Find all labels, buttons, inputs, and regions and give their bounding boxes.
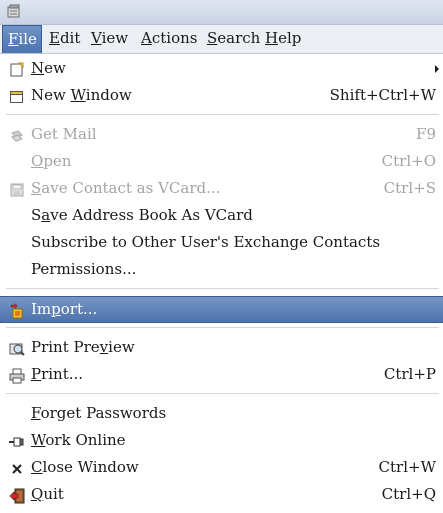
accelerator: Ctrl+P [383, 365, 436, 383]
menu-item-permissions[interactable]: Permissions... [0, 257, 443, 284]
accelerator: Ctrl+Q [381, 485, 436, 503]
menu-actions[interactable]: Actions [136, 25, 202, 53]
menu-item-print-preview-label: Print Preview [31, 338, 135, 356]
new-document-icon [10, 62, 24, 77]
menu-separator [6, 327, 439, 328]
menu-edit[interactable]: Edit [44, 25, 85, 53]
menu-separator [6, 393, 439, 394]
menu-item-save-contact-vcard: Save Contact as VCard... Ctrl+S [0, 176, 443, 203]
accelerator: Ctrl+W [378, 458, 436, 476]
menu-item-subscribe-label: Subscribe to Other User's Exchange Conta… [31, 233, 381, 251]
accelerator: F9 [416, 125, 436, 143]
menu-file[interactable]: File [2, 25, 42, 53]
menu-edit-label: dit [59, 29, 81, 47]
menu-separator [6, 114, 439, 115]
work-online-icon [9, 437, 24, 447]
menu-item-get-mail: Get Mail F9 [0, 122, 443, 149]
window-titlebar [0, 0, 443, 25]
menu-item-subscribe-exchange-contacts[interactable]: Subscribe to Other User's Exchange Conta… [0, 230, 443, 257]
menu-item-print-label: Print... [31, 365, 84, 383]
menu-item-import-label: Import... [31, 300, 98, 318]
quit-icon [9, 488, 25, 504]
save-icon [10, 183, 24, 197]
import-icon [10, 303, 23, 319]
menu-help-label: elp [278, 29, 302, 47]
menu-item-work-online-label: Work Online [31, 431, 126, 449]
menu-separator [6, 288, 439, 289]
menu-item-new-label: New [31, 59, 66, 77]
menu-item-import[interactable]: Import... [0, 296, 443, 323]
menu-item-quit-label: Quit [31, 485, 64, 503]
menu-item-new[interactable]: New [0, 56, 443, 83]
menu-item-close-window[interactable]: Close Window Ctrl+W [0, 455, 443, 482]
new-window-icon [10, 91, 23, 103]
menu-file-mnemonic: F [8, 30, 19, 48]
print-preview-icon [9, 343, 25, 356]
menu-item-forget-passwords-label: Forget Passwords [31, 404, 167, 422]
printer-icon [9, 368, 25, 384]
menu-item-work-online[interactable]: Work Online [0, 428, 443, 455]
menu-help-mnemonic: H [265, 29, 279, 47]
send-receive-icon [11, 130, 23, 142]
menu-item-save-contact-vcard-label: Save Contact as VCard... [31, 179, 221, 197]
submenu-arrow-icon [435, 65, 439, 73]
accelerator: Ctrl+O [381, 152, 436, 170]
menu-item-save-address-book-vcard[interactable]: Save Address Book As VCard [0, 203, 443, 230]
menu-item-get-mail-label: Get Mail [31, 125, 97, 143]
menu-actions-label: ctions [151, 29, 198, 47]
menu-actions-mnemonic: A [141, 29, 152, 47]
menu-item-forget-passwords[interactable]: Forget Passwords [0, 401, 443, 428]
file-menu-dropdown: New New Window Shift+Ctrl+W Get Mail F9 … [0, 54, 443, 513]
menu-search-mnemonic: S [207, 29, 218, 47]
menu-item-new-window[interactable]: New Window Shift+Ctrl+W [0, 83, 443, 110]
menu-edit-mnemonic: E [49, 29, 60, 47]
menu-item-permissions-label: Permissions... [31, 260, 137, 278]
menu-item-save-address-book-vcard-label: Save Address Book As VCard [31, 206, 253, 224]
menu-item-open: Open Ctrl+O [0, 149, 443, 176]
menu-view[interactable]: View [86, 25, 133, 53]
menu-item-new-window-label: New Window [31, 86, 132, 104]
menubar: File Edit View Actions Search Help [0, 25, 443, 54]
close-icon [12, 464, 22, 474]
accelerator: Shift+Ctrl+W [329, 86, 436, 104]
menu-item-quit[interactable]: Quit Ctrl+Q [0, 482, 443, 509]
menu-item-print-preview[interactable]: Print Preview [0, 335, 443, 362]
app-icon [7, 4, 20, 18]
menu-item-open-label: Open [31, 152, 72, 170]
menu-help[interactable]: Help [260, 25, 306, 53]
menu-item-close-window-label: Close Window [31, 458, 139, 476]
menu-search-label: earch [217, 29, 261, 47]
menu-file-label: ile [18, 30, 37, 48]
menu-view-label: iew [101, 29, 129, 47]
accelerator: Ctrl+S [383, 179, 436, 197]
menu-search[interactable]: Search [202, 25, 265, 53]
menu-item-print[interactable]: Print... Ctrl+P [0, 362, 443, 389]
menu-view-mnemonic: V [91, 29, 102, 47]
